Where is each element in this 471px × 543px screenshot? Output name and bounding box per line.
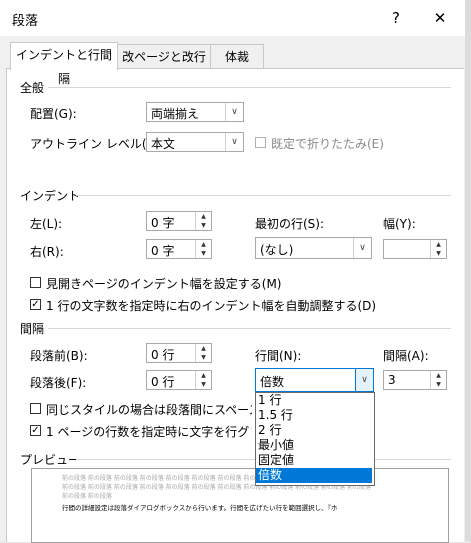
line-spacing-label: 行間(N): — [255, 349, 302, 363]
spacing-heading: 間隔 — [20, 322, 45, 336]
line-spacing-options-list: 1 行 1.5 行 2 行 最小値 固定値 倍数 — [255, 392, 375, 486]
chevron-down-icon: ∨ — [355, 369, 373, 391]
snap-grid-checkbox[interactable]: ✓ — [30, 425, 41, 436]
spin-down-icon[interactable]: ▼ — [196, 221, 211, 230]
spin-down-icon[interactable]: ▼ — [431, 249, 446, 258]
checkmark-icon: ✓ — [31, 299, 40, 310]
before-label: 段落前(B): — [30, 349, 88, 363]
chevron-down-icon: ∨ — [353, 238, 371, 258]
outline-level-label: アウトライン レベル(O): — [30, 137, 165, 151]
spin-down-icon[interactable]: ▼ — [196, 249, 211, 258]
chevron-down-icon: ∨ — [225, 103, 243, 121]
dialog-title: 段落 — [12, 14, 39, 29]
collapse-label: 既定で折りたたみ(E) — [271, 137, 384, 151]
line-spacing-option-selected[interactable]: 倍数 — [256, 468, 372, 483]
background-window-edge — [465, 0, 471, 541]
alignment-dropdown[interactable]: 両端揃え ∨ — [146, 102, 244, 122]
at-label: 間隔(A): — [383, 349, 429, 363]
paragraph-dialog: 段落 ? ✕ インデントと行間隔 改ページと改行 体裁 全般 配置(G): 両端… — [0, 0, 466, 543]
preview-line: 前の段落 前の段落 — [62, 493, 112, 500]
mirror-indents-label: 見開きページのインデント幅を設定する(M) — [46, 277, 282, 291]
no-space-checkbox[interactable] — [30, 403, 41, 414]
at-spinner[interactable]: 3 ▲ ▼ — [383, 370, 447, 390]
left-indent-spinner[interactable]: 0 字 ▲ ▼ — [146, 211, 212, 231]
outline-level-dropdown[interactable]: 本文 ∨ — [146, 132, 244, 152]
tab-indents-and-spacing[interactable]: インデントと行間隔 — [10, 42, 118, 86]
left-indent-label: 左(L): — [30, 217, 63, 231]
help-button[interactable]: ? — [376, 4, 416, 32]
spin-down-icon[interactable]: ▼ — [196, 353, 211, 362]
by-spinner[interactable]: ▲ ▼ — [383, 239, 447, 259]
checkmark-icon: ✓ — [31, 425, 40, 436]
chevron-down-icon: ∨ — [225, 133, 243, 151]
spin-up-icon[interactable]: ▲ — [196, 240, 211, 249]
line-spacing-option[interactable]: 1 行 — [256, 393, 372, 408]
spin-up-icon[interactable]: ▲ — [431, 371, 446, 380]
spin-up-icon[interactable]: ▲ — [196, 344, 211, 353]
collapse-checkbox[interactable] — [255, 137, 266, 148]
preview-heading: プレビュー — [20, 453, 81, 467]
tab-line-and-page-breaks[interactable]: 改ページと改行 — [117, 44, 211, 69]
divider — [48, 328, 451, 329]
title-bar: 段落 ? ✕ — [0, 0, 465, 36]
right-indent-spinner[interactable]: 0 字 ▲ ▼ — [146, 239, 212, 259]
mirror-indents-checkbox[interactable] — [30, 277, 41, 288]
preview-line: 行間の詳細設定は段落ダイアログボックスから行います。行間を広げたい行を範囲選択し… — [62, 504, 338, 512]
divider — [76, 195, 451, 196]
line-spacing-option[interactable]: 2 行 — [256, 423, 372, 438]
close-icon: ✕ — [433, 9, 447, 27]
right-indent-label: 右(R): — [30, 245, 64, 259]
by-label: 幅(Y): — [383, 217, 416, 231]
before-spinner[interactable]: 0 行 ▲ ▼ — [146, 343, 212, 363]
after-label: 段落後(F): — [30, 376, 87, 390]
tab-asian-typography[interactable]: 体裁 — [210, 44, 264, 69]
spin-up-icon[interactable]: ▲ — [196, 212, 211, 221]
preview-box: 前の段落 前の段落 前の段落 前の段落 前の段落 前の段落 前の段落 前の段落 … — [31, 468, 449, 543]
auto-adjust-label: 1 行の文字数を指定時に右のインデント幅を自動調整する(D) — [46, 299, 377, 313]
after-spinner[interactable]: 0 行 ▲ ▼ — [146, 370, 212, 390]
alignment-label: 配置(G): — [30, 107, 77, 121]
first-line-dropdown[interactable]: (なし) ∨ — [255, 237, 372, 259]
first-line-label: 最初の行(S): — [255, 217, 325, 231]
spin-down-icon[interactable]: ▼ — [196, 380, 211, 389]
snap-grid-label: 1 ページの行数を指定時に文字を行グリッド — [46, 425, 252, 439]
general-heading: 全般 — [20, 81, 45, 95]
spin-up-icon[interactable]: ▲ — [196, 371, 211, 380]
no-space-label: 同じスタイルの場合は段落間にスペースを追加 — [46, 403, 252, 417]
spin-down-icon[interactable]: ▼ — [431, 380, 446, 389]
line-spacing-option[interactable]: 最小値 — [256, 438, 372, 453]
line-spacing-dropdown[interactable]: 倍数 ∨ — [255, 368, 374, 392]
spin-up-icon[interactable]: ▲ — [431, 240, 446, 249]
divider — [48, 87, 451, 88]
indent-heading: インデント — [20, 189, 81, 203]
close-button[interactable]: ✕ — [420, 4, 460, 32]
line-spacing-option[interactable]: 1.5 行 — [256, 408, 372, 423]
auto-adjust-checkbox[interactable]: ✓ — [30, 299, 41, 310]
line-spacing-option[interactable]: 固定値 — [256, 453, 372, 468]
